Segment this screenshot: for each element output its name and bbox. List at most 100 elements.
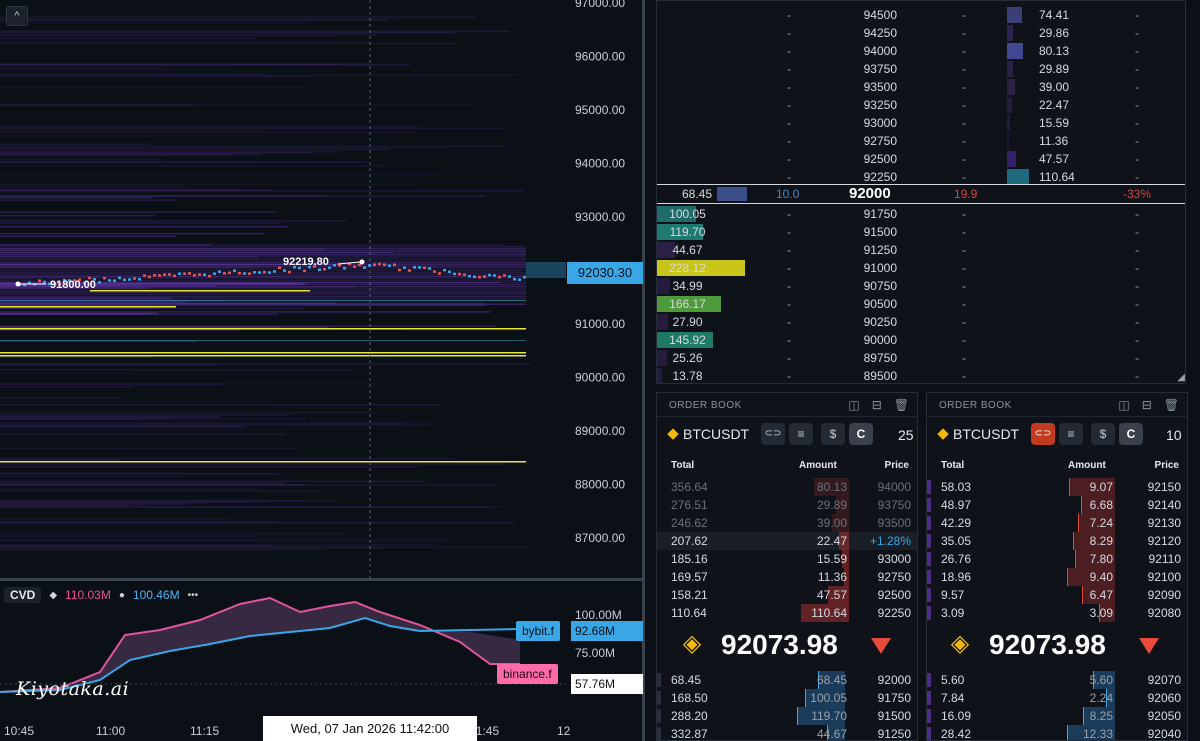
pane-separator (0, 578, 642, 581)
ladder-bid-row[interactable]: 13.78 - 89500 - - (657, 367, 1185, 383)
crosshair-time-label: Wed, 07 Jan 2026 11:42:00 (263, 716, 477, 741)
trash-icon[interactable]: 🗑 (1164, 398, 1179, 412)
ladder-dash: - (787, 8, 791, 22)
trash-icon[interactable]: 🗑 (894, 398, 909, 412)
bid-row[interactable]: 68.45 68.45 92000 (657, 671, 917, 689)
ask-depth-bar (1007, 7, 1022, 23)
time-label: 11:15 (190, 724, 220, 738)
split-horizontal-icon[interactable]: ⊟ (1142, 398, 1152, 412)
ask-row[interactable]: 246.62 39.00 93500 (657, 514, 917, 532)
filter-icon[interactable]: ≡ (789, 423, 813, 445)
dollar-toggle[interactable]: $ (1091, 423, 1115, 445)
grouping-input[interactable]: 25 (898, 427, 914, 443)
ladder-mid-row[interactable]: 68.45 10.0 92000 19.9 -33% (657, 184, 1185, 204)
ask-row[interactable]: 35.05 8.29 92120 (927, 532, 1187, 550)
heatmap-band (0, 264, 526, 266)
ladder-ask-row[interactable]: - 93750 - 29.89 - (657, 60, 1185, 78)
heatmap-band (0, 415, 222, 418)
ladder-ask-row[interactable]: - 93250 - 22.47 - (657, 96, 1185, 114)
cvd-value-2: 100.46M (132, 588, 180, 602)
ask-row[interactable]: 158.21 47.57 92500 (657, 586, 917, 604)
ask-total: 207.62 (671, 534, 708, 548)
coin-toggle[interactable]: C (849, 423, 873, 445)
heatmap-band (0, 533, 346, 535)
ask-row[interactable]: 110.64 110.64 92250 (657, 604, 917, 622)
ask-row[interactable]: 185.16 15.59 93000 (657, 550, 917, 568)
more-icon[interactable]: ••• (188, 590, 199, 601)
bid-row[interactable]: 5.60 5.60 92070 (927, 671, 1187, 689)
ask-row[interactable]: 356.64 80.13 94000 (657, 478, 917, 496)
ladder-ask-row[interactable]: - 93500 - 39.00 - (657, 78, 1185, 96)
heatmap-band (0, 148, 389, 151)
ladder-bid-row[interactable]: 44.67 - 91250 - - (657, 241, 1185, 259)
ask-row[interactable]: 42.29 7.24 92130 (927, 514, 1187, 532)
ask-row[interactable]: 9.57 6.47 92090 (927, 586, 1187, 604)
split-vertical-icon[interactable]: ◫ (1118, 398, 1129, 412)
price-candle (438, 272, 441, 275)
coin-toggle[interactable]: C (1119, 423, 1143, 445)
ladder-bid-row[interactable]: 25.26 - 89750 - - (657, 349, 1185, 367)
symbol-label[interactable]: BTCUSDT (683, 426, 749, 442)
ladder-ask-row[interactable]: - 94500 - 74.41 - (657, 6, 1185, 24)
price-candle (343, 267, 346, 270)
ladder-bid-row[interactable]: 166.17 - 90500 - - (657, 295, 1185, 313)
ask-row[interactable]: 3.09 3.09 92080 (927, 604, 1187, 622)
ladder-ask-row[interactable]: - 94000 - 80.13 - (657, 42, 1185, 60)
price-candle (203, 273, 206, 277)
dollar-toggle[interactable]: $ (821, 423, 845, 445)
ask-row[interactable]: 48.97 6.68 92140 (927, 496, 1187, 514)
ask-amount: 3.09 (1089, 606, 1113, 620)
ladder-dash: - (787, 62, 791, 76)
ladder-bid-row[interactable]: 228.12 - 91000 - - (657, 259, 1185, 277)
price-candle (433, 270, 436, 273)
bid-row[interactable]: 168.50 100.05 91750 (657, 689, 917, 707)
ladder-dash: - (1135, 26, 1139, 40)
bid-price: 92070 (1147, 673, 1181, 687)
ask-price: 92110 (1148, 552, 1181, 566)
total-depth-marker (927, 691, 931, 705)
filter-icon[interactable]: ≡ (1059, 423, 1083, 445)
link-icon[interactable]: ⊂⊃ (761, 423, 785, 445)
bid-row[interactable]: 16.09 8.25 92050 (927, 707, 1187, 725)
ask-row[interactable]: 207.62 22.47 +1.28% (657, 532, 917, 550)
chevron-up-icon[interactable]: ^ (6, 6, 28, 26)
ladder-ask-row[interactable]: - 93000 - 15.59 - (657, 114, 1185, 132)
ask-row[interactable]: 276.51 29.89 93750 (657, 496, 917, 514)
ladder-bid-row[interactable]: 27.90 - 90250 - - (657, 313, 1185, 331)
ladder-bid-row[interactable]: 34.99 - 90750 - - (657, 277, 1185, 295)
ask-row[interactable]: 18.96 9.40 92100 (927, 568, 1187, 586)
price-candle (418, 266, 421, 269)
ladder-bid-row[interactable]: 145.92 - 90000 - - (657, 331, 1185, 349)
total-depth-marker (657, 709, 661, 723)
heatmap-band (0, 266, 526, 268)
cvd-value-1: 110.03M (65, 588, 111, 602)
resize-handle-icon[interactable]: ◢ (1177, 372, 1185, 383)
link-icon[interactable]: ⊂⊃ (1031, 423, 1055, 445)
ladder-bid-row[interactable]: 119.70 - 91500 - - (657, 223, 1185, 241)
bid-row[interactable]: 7.84 2.24 92060 (927, 689, 1187, 707)
bid-row[interactable]: 288.20 119.70 91500 (657, 707, 917, 725)
order-book-panel-1[interactable]: ORDER BOOK ◫ ⊟ 🗑 ◆ BTCUSDT ⊂⊃ ≡ $ C 25 Total Amount P… (656, 392, 918, 741)
price-candle (323, 268, 326, 271)
ladder-bid-row[interactable]: 100.05 - 91750 - - (657, 205, 1185, 223)
ask-row[interactable]: 26.76 7.80 92110 (927, 550, 1187, 568)
grouping-input[interactable]: 10 (1166, 427, 1182, 443)
cvd-title[interactable]: CVD (4, 587, 42, 603)
heatmap-chart[interactable]: 97000.00 96000.00 95000.00 94000.00 93000.00… (0, 0, 645, 741)
split-horizontal-icon[interactable]: ⊟ (872, 398, 882, 412)
ask-row[interactable]: 169.57 11.36 92750 (657, 568, 917, 586)
bid-row[interactable]: 332.87 44.67 91250 (657, 725, 917, 740)
cvd-legend: CVD ◆ 110.03M ● 100.46M ••• (4, 586, 198, 604)
ladder-ask-row[interactable]: - 92500 - 47.57 - (657, 150, 1185, 168)
heatmap-band (0, 199, 178, 201)
price-ladder[interactable]: -94500-74.41- -94250-29.86- -94000-80.13- -… (656, 0, 1186, 384)
bid-row[interactable]: 28.42 12.33 92040 (927, 725, 1187, 740)
price-candle (223, 272, 226, 275)
ask-row[interactable]: 58.03 9.07 92150 (927, 478, 1187, 496)
ladder-ask-row[interactable]: - 92750 - 11.36 - (657, 132, 1185, 150)
symbol-label[interactable]: BTCUSDT (953, 426, 1019, 442)
heatmap-band (0, 412, 379, 414)
split-vertical-icon[interactable]: ◫ (848, 398, 859, 412)
order-book-panel-2[interactable]: ORDER BOOK ◫ ⊟ 🗑 ◆ BTCUSDT ⊂⊃ ≡ $ C 10 Total Amount P… (926, 392, 1188, 741)
ladder-ask-row[interactable]: - 94250 - 29.86 - (657, 24, 1185, 42)
